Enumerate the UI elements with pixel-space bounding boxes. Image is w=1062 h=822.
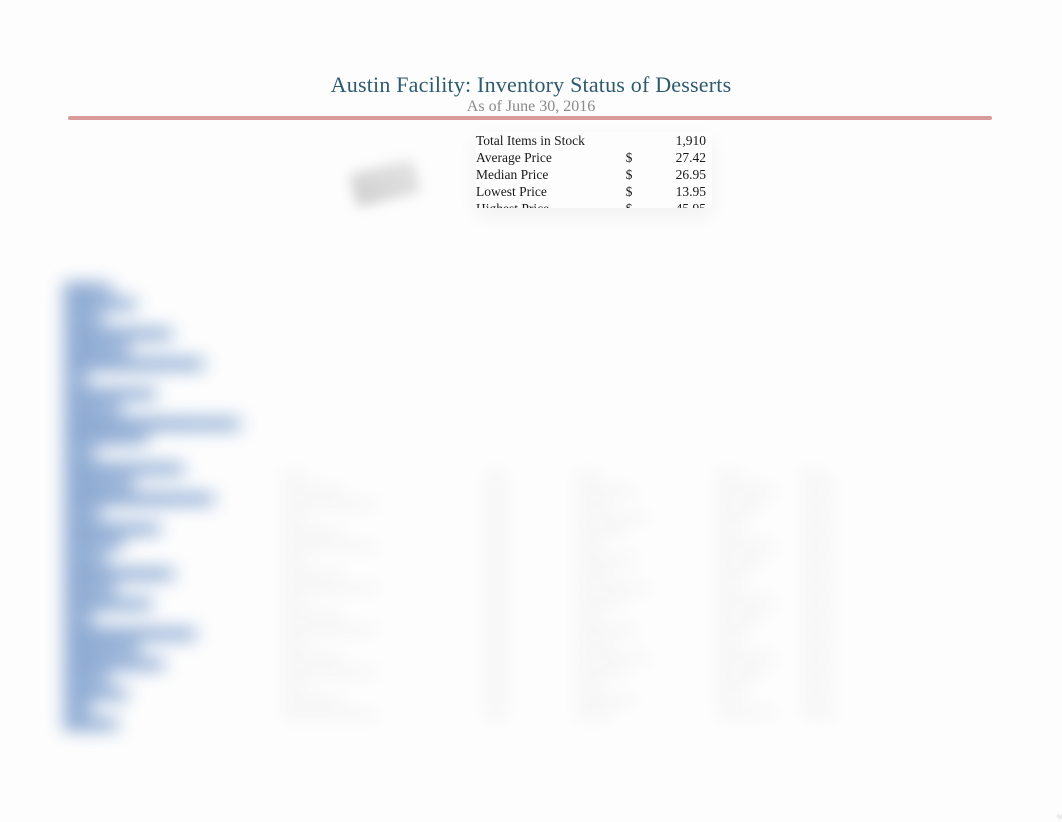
summary-value: 27.42 (642, 149, 712, 166)
page-title: Austin Facility: Inventory Status of Des… (0, 72, 1062, 98)
summary-box: Total Items in Stock 1,910 Average Price… (476, 132, 712, 208)
summary-symbol (616, 132, 642, 149)
summary-value: 45.95 (642, 200, 712, 208)
summary-label: Lowest Price (476, 183, 616, 200)
summary-row-median: Median Price $ 26.95 (476, 166, 712, 183)
summary-label: Highest Price (476, 200, 616, 208)
summary-row-highest: Highest Price $ 45.95 (476, 200, 712, 208)
summary-row-total: Total Items in Stock 1,910 (476, 132, 712, 149)
summary-symbol: $ (616, 166, 642, 183)
summary-symbol: $ (616, 149, 642, 166)
blurred-bar-chart (64, 284, 254, 730)
report-date: As of June 30, 2016 (0, 98, 1062, 116)
summary-value: 26.95 (642, 166, 712, 183)
summary-value: 1,910 (642, 132, 712, 149)
report-page: Austin Facility: Inventory Status of Des… (0, 0, 1062, 822)
divider (68, 116, 992, 120)
scroll-hint-icon (1046, 806, 1060, 820)
summary-label: Total Items in Stock (476, 132, 616, 149)
blurred-column: ————————————————————————————————————————… (802, 466, 838, 718)
blurred-column: ————————————————————————————————————————… (576, 468, 656, 720)
summary-label: Median Price (476, 166, 616, 183)
summary-symbol: $ (616, 183, 642, 200)
summary-value: 13.95 (642, 183, 712, 200)
blurred-column: ———————————————————————————————————— (484, 468, 512, 720)
summary-symbol: $ (616, 200, 642, 208)
blurred-column: ————————————————————————————————————————… (282, 468, 442, 720)
blurred-column: ————————————————————————————————————————… (716, 466, 776, 718)
summary-label: Average Price (476, 149, 616, 166)
summary-row-lowest: Lowest Price $ 13.95 (476, 183, 712, 200)
summary-row-average: Average Price $ 27.42 (476, 149, 712, 166)
blurred-graphic (349, 159, 421, 208)
